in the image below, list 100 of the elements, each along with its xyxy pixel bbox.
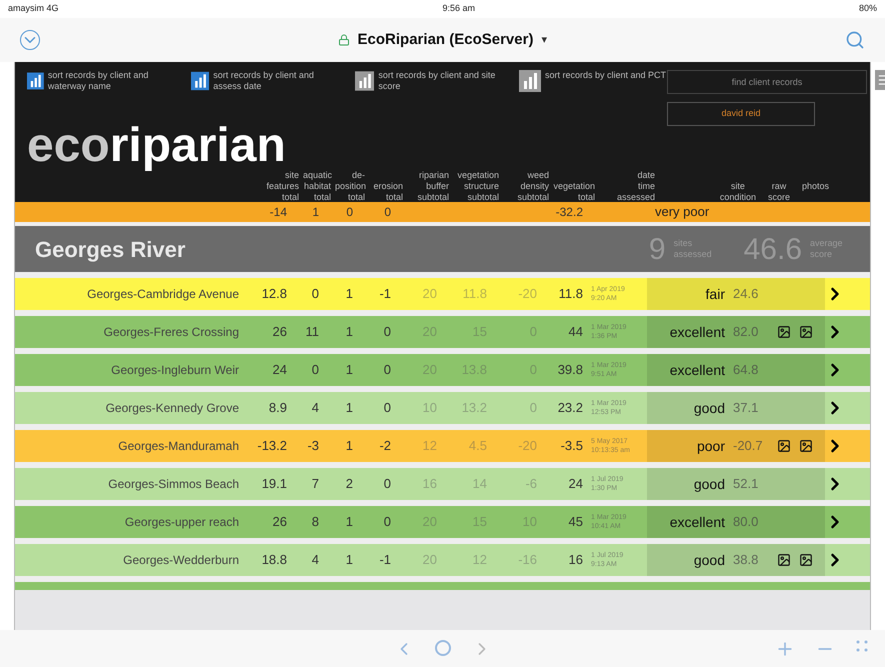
table-cell-text: 24 bbox=[272, 361, 288, 380]
search-field[interactable]: find client records bbox=[667, 70, 867, 94]
score-text: 82.0 bbox=[733, 323, 760, 342]
column-header: raw score bbox=[768, 181, 790, 203]
condition-text: very poor bbox=[654, 203, 710, 222]
table-cell-text: 4 bbox=[310, 551, 320, 570]
column-header: vegetation structure subtotal bbox=[456, 170, 500, 203]
table-cell-text: -14 bbox=[268, 204, 288, 221]
table-cell-text: 4 bbox=[310, 399, 320, 418]
table-cell-text: 39.8 bbox=[556, 361, 584, 380]
site-name: Georges-Manduramah bbox=[117, 438, 240, 455]
condition-text: excellent bbox=[670, 360, 725, 380]
column-header: erosion total bbox=[372, 181, 404, 203]
column-header: aquatic habitat total bbox=[303, 170, 334, 203]
table-cell-text: 0 bbox=[310, 285, 320, 304]
table-cell-text: 19.1 bbox=[260, 475, 288, 494]
table-cell-text: 1 bbox=[344, 399, 354, 418]
chevron-down-icon[interactable] bbox=[20, 30, 40, 50]
table-cell-text: 12.8 bbox=[260, 285, 288, 304]
table-cell-text: 1 bbox=[344, 323, 354, 342]
sort-button[interactable]: sort records by client and waterway name bbox=[27, 70, 175, 92]
search-icon[interactable] bbox=[845, 30, 865, 50]
title-caret[interactable]: ▾ bbox=[541, 32, 548, 48]
user-button[interactable]: david reid bbox=[667, 102, 815, 126]
column-header: weed density subtotal bbox=[516, 170, 550, 203]
table-row[interactable]: -14 1 0 0 -32.2 very poor bbox=[15, 202, 870, 222]
table-cell-text: -32.2 bbox=[554, 204, 584, 221]
table-cell-text: 44 bbox=[568, 323, 584, 342]
table-cell-text: 0 bbox=[345, 204, 354, 221]
table-cell-text: 2 bbox=[344, 475, 354, 494]
table-cell-text: 1 bbox=[344, 551, 354, 570]
table-cell-text: 0 bbox=[310, 361, 320, 380]
column-header: de- position total bbox=[335, 170, 368, 203]
lock-icon bbox=[338, 34, 350, 46]
table-cell-text: 20 bbox=[422, 285, 438, 304]
table-cell-text: 18.8 bbox=[260, 551, 288, 570]
group-title: Georges River bbox=[35, 236, 186, 264]
logo: ecoriparian bbox=[27, 122, 286, 170]
sort-button[interactable]: sort records by client and PCT bbox=[519, 70, 667, 92]
site-name: Georges-upper reach bbox=[124, 514, 240, 531]
table-cell-text: 11.8 bbox=[558, 285, 584, 304]
table-cell-text: 4.5 bbox=[468, 437, 488, 456]
column-header: photos bbox=[802, 181, 829, 193]
photo-icon[interactable] bbox=[777, 325, 791, 339]
table-cell-text: -20 bbox=[517, 437, 538, 456]
score-text: 38.8 bbox=[733, 551, 760, 570]
table-cell-text: 0 bbox=[382, 475, 392, 494]
photo-icon[interactable] bbox=[799, 325, 813, 339]
table-cell-text: -1 bbox=[378, 551, 392, 570]
table-cell-text: 23.2 bbox=[556, 399, 584, 418]
table-cell-text: 26 bbox=[272, 513, 288, 532]
table-cell-text: 1 bbox=[344, 285, 354, 304]
table-cell-text: -1 bbox=[378, 285, 392, 304]
score-text: 64.8 bbox=[733, 361, 760, 380]
table-cell-text: 0 bbox=[382, 323, 392, 342]
clock-text: 9:56 am bbox=[442, 2, 476, 16]
table-cell-text: 11.8 bbox=[462, 285, 488, 304]
sort-button[interactable]: sort records by client and site score bbox=[355, 70, 503, 92]
table-cell-text: 1 bbox=[344, 513, 354, 532]
table-cell-text: 8.9 bbox=[268, 399, 288, 418]
table-cell-text: 12 bbox=[422, 437, 438, 456]
table-cell-text: 1 bbox=[344, 361, 354, 380]
photo-icon[interactable] bbox=[777, 439, 791, 453]
table-cell-text: 11 bbox=[304, 323, 320, 342]
table-cell-text: 0 bbox=[382, 513, 392, 532]
score-text: 37.1 bbox=[733, 399, 760, 418]
table-cell-text: 7 bbox=[310, 475, 320, 494]
table-cell-text: 45 bbox=[568, 513, 584, 532]
site-name: Georges-Cambridge Avenue bbox=[86, 286, 240, 303]
column-header: site condition bbox=[720, 181, 756, 203]
table-cell-text: -3 bbox=[306, 437, 320, 456]
column-header: site features total bbox=[266, 170, 300, 203]
page-title: EcoRiparian (EcoServer) bbox=[358, 30, 534, 50]
condition-text: good bbox=[694, 398, 725, 418]
table-cell-text: 26 bbox=[272, 323, 288, 342]
table-cell-text: -13.2 bbox=[256, 437, 288, 456]
sort-button[interactable]: sort records by client and assess date bbox=[191, 70, 339, 92]
column-header: date time assessed bbox=[616, 170, 656, 203]
condition-text: poor bbox=[696, 436, 725, 456]
score-text: -20.7 bbox=[733, 437, 764, 456]
condition-text: excellent bbox=[670, 322, 725, 342]
condition-text: good bbox=[694, 550, 725, 570]
table-cell-text: 0 bbox=[383, 204, 392, 221]
battery-text: 80% bbox=[858, 2, 877, 16]
site-name: Georges-Simmos Beach bbox=[107, 476, 240, 493]
condition-text: good bbox=[694, 474, 725, 494]
table-cell-text: 24 bbox=[568, 475, 584, 494]
photo-icon[interactable] bbox=[777, 553, 791, 567]
condition-text: excellent bbox=[670, 512, 725, 532]
photo-icon[interactable] bbox=[799, 439, 813, 453]
photo-icon[interactable] bbox=[799, 553, 813, 567]
table-cell-text: 0 bbox=[382, 399, 392, 418]
dots-icon[interactable] bbox=[855, 638, 869, 652]
table-cell-text: -20 bbox=[517, 285, 538, 304]
site-name: Georges-Kennedy Grove bbox=[104, 400, 240, 417]
column-header: riparian buffer subtotal bbox=[416, 170, 450, 203]
score-text: 52.1 bbox=[733, 475, 760, 494]
table-cell-text: 16 bbox=[568, 551, 584, 570]
carrier-text: amaysim 4G bbox=[8, 2, 59, 16]
site-name: Georges-Freres Crossing bbox=[102, 324, 240, 341]
